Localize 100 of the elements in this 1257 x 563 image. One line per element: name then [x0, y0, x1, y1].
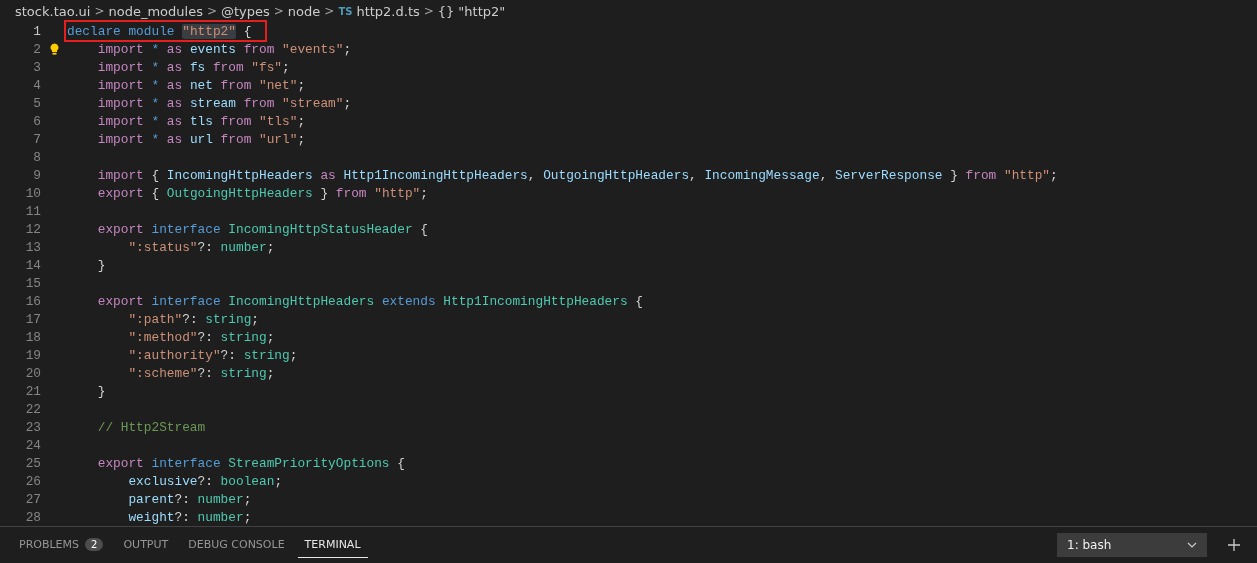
code-type: string [220, 365, 267, 381]
line-number: 6 [32, 113, 41, 129]
code-type: OutgoingHttpHeaders [166, 185, 313, 201]
code-identifier: ServerResponse [835, 167, 943, 183]
code-keyword: from [220, 77, 252, 93]
code-punctuation: ; [243, 509, 252, 525]
code-keyword: extends [380, 293, 437, 309]
code-keyword: from [220, 131, 252, 147]
code-string: "http" [1002, 167, 1051, 183]
code-identifier: url [188, 131, 214, 147]
code-keyword: interface [150, 221, 222, 237]
code-string: "tls" [258, 113, 298, 129]
code-keyword: * [150, 113, 161, 129]
breadcrumb-item[interactable]: stock.tao.ui [15, 3, 91, 19]
panel-tab[interactable]: DEBUG CONSOLE [181, 532, 292, 558]
code-identifier: tls [188, 113, 214, 129]
terminal-dropdown[interactable]: 1: bash [1057, 533, 1207, 557]
code-punctuation: ; [243, 491, 252, 507]
code-keyword: * [150, 59, 161, 75]
code-keyword: from [243, 41, 275, 57]
line-number: 9 [32, 167, 41, 183]
code-keyword: import [96, 167, 144, 183]
line-number: 2 [32, 41, 41, 57]
code-punctuation: ?: [182, 311, 199, 327]
code-keyword: as [166, 131, 183, 147]
code-type: Http1IncomingHttpHeaders [443, 293, 628, 309]
file-type-label: TS [338, 5, 353, 17]
panel-tab[interactable]: PROBLEMS 2 [12, 532, 111, 558]
code-identifier: IncomingMessage [704, 167, 820, 183]
code-type: boolean [220, 473, 275, 489]
code-keyword: from [965, 167, 997, 183]
breadcrumb-item[interactable]: node [287, 3, 321, 19]
line-number: 14 [24, 257, 41, 273]
code-punctuation: ; [297, 113, 306, 129]
code-punctuation: { [242, 23, 252, 39]
code-type: number [220, 239, 267, 255]
code-keyword: interface [150, 293, 222, 309]
code-punctuation: ?: [197, 239, 214, 255]
code-string: "net" [258, 77, 298, 93]
code-keyword: export [96, 455, 144, 471]
line-number: 15 [24, 275, 41, 291]
code-punctuation: { [634, 293, 643, 309]
code-punctuation: { [150, 185, 161, 201]
code-type: number [197, 509, 244, 525]
code-identifier: fs [188, 59, 207, 75]
line-number: 1 [32, 23, 41, 39]
code-string: ":status" [127, 239, 198, 255]
code-string: ":method" [127, 329, 198, 345]
breadcrumb-separator: > [206, 4, 217, 18]
breadcrumb-item[interactable]: "http2" [458, 3, 506, 19]
code-keyword: as [166, 95, 183, 111]
panel-tab[interactable]: TERMINAL [297, 532, 368, 558]
line-number: 16 [24, 293, 41, 309]
code-keyword: * [150, 131, 161, 147]
code-keyword: export [96, 185, 144, 201]
panel-tab[interactable]: OUTPUT [116, 532, 176, 558]
code-punctuation: ; [289, 347, 298, 363]
code-punctuation: } [949, 167, 959, 183]
code-punctuation: , [819, 167, 829, 183]
code-type: string [220, 329, 267, 345]
symbol-label: {} [437, 3, 455, 19]
code-punctuation: ; [282, 59, 290, 75]
code-keyword: * [150, 77, 161, 93]
line-number: 17 [24, 311, 41, 327]
code-keyword: as [166, 59, 183, 75]
line-number: 10 [24, 185, 41, 201]
code-keyword: export [96, 293, 144, 309]
breadcrumb-item[interactable]: http2.d.ts [356, 3, 420, 19]
code-punctuation: ?: [220, 347, 237, 363]
code-identifier: exclusive [127, 473, 198, 489]
code-comment: // Http2Stream [96, 419, 206, 435]
code-keyword: declare module [67, 23, 176, 39]
code-keyword: as [166, 113, 183, 129]
line-number: 11 [24, 203, 41, 219]
code-identifier: events [188, 41, 237, 57]
code-string: "events" [281, 41, 344, 57]
code-punctuation: ; [420, 185, 428, 201]
line-number: 25 [24, 455, 41, 471]
code-punctuation: } [319, 185, 330, 201]
lightbulb-icon[interactable] [49, 43, 59, 55]
code-keyword: import [96, 59, 144, 75]
code-keyword: as [320, 167, 336, 183]
code-punctuation: ; [297, 77, 306, 93]
breadcrumb-item[interactable]: @types [220, 3, 270, 19]
line-number: 13 [24, 239, 41, 255]
breadcrumb-item[interactable]: node_modules [108, 3, 203, 19]
code-type: IncomingHttpStatusHeader [228, 221, 413, 237]
code-identifier: Http1IncomingHttpHeaders [342, 167, 528, 183]
line-number: 20 [24, 365, 41, 381]
code-string: "http2" [182, 23, 236, 39]
code-punctuation: { [419, 221, 428, 237]
code-keyword: import [96, 95, 144, 111]
line-number: 21 [24, 383, 41, 399]
line-number: 27 [24, 491, 41, 507]
code-keyword: * [150, 95, 161, 111]
line-number: 8 [32, 149, 41, 165]
code-identifier: OutgoingHttpHeaders [543, 167, 690, 183]
code-string: "stream" [281, 95, 344, 111]
add-icon[interactable] [1227, 538, 1241, 552]
code-punctuation: ?: [174, 509, 191, 525]
